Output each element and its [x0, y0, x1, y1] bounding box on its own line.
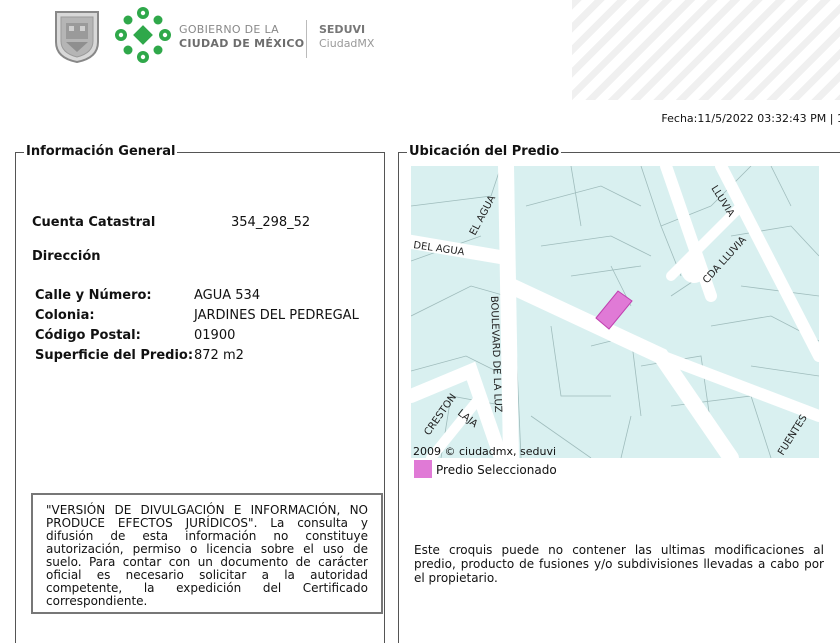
location-map[interactable]: DEL AGUA EL AGUA LLUVIA CDA LLUVIA BOULE…	[411, 166, 819, 458]
gov-line2: CIUDAD DE MÉXICO	[179, 37, 305, 50]
colonia-value: JARDINES DEL PEDREGAL	[194, 308, 359, 323]
map-drawing: DEL AGUA EL AGUA LLUVIA CDA LLUVIA BOULE…	[411, 166, 819, 458]
calle-value: AGUA 534	[194, 288, 261, 303]
agency-title: SEDUVI	[319, 23, 366, 36]
cdmx-logo-icon	[115, 7, 171, 63]
header-pattern	[572, 0, 840, 100]
agency-subtitle: CiudadMX	[319, 37, 375, 50]
colonia-label: Colonia:	[35, 308, 95, 323]
map-credit: 2009 © ciudadmx, seduvi	[413, 445, 557, 458]
government-name: GOBIERNO DE LA CIUDAD DE MÉXICO	[179, 23, 304, 51]
selected-parcel-swatch	[414, 460, 432, 478]
codigo-postal-value: 01900	[194, 328, 236, 343]
coat-of-arms-icon	[55, 11, 99, 64]
selected-parcel-label: Predio Seleccionado	[436, 463, 557, 477]
general-info-title: Información General	[24, 144, 178, 159]
agency-name: SEDUVI CiudadMX	[319, 23, 374, 51]
superficie-value: 872 m2	[194, 348, 244, 363]
location-panel: Ubicación del Predio DEL AGUA EL AGUA LL…	[398, 144, 840, 643]
gov-line1: GOBIERNO DE LA	[179, 23, 279, 36]
superficie-label: Superficie del Predio:	[35, 348, 194, 363]
legal-disclaimer: "VERSIÓN DE DIVULGACIÓN E INFORMACIÓN, N…	[31, 493, 383, 614]
date-stamp: Fecha:11/5/2022 03:32:43 PM | 1	[661, 112, 840, 125]
cuenta-catastral-label: Cuenta Catastral	[32, 215, 156, 230]
map-disclaimer: Este croquis puede no contener las ultim…	[414, 543, 824, 585]
calle-label: Calle y Número:	[35, 288, 152, 303]
general-info-panel: Información General Cuenta Catastral 354…	[15, 144, 385, 643]
location-title: Ubicación del Predio	[407, 144, 562, 159]
codigo-postal-label: Código Postal:	[35, 328, 141, 343]
cuenta-catastral-value: 354_298_52	[231, 215, 311, 230]
header-divider	[306, 20, 307, 58]
direccion-label: Dirección	[32, 249, 101, 264]
page-header: GOBIERNO DE LA CIUDAD DE MÉXICO SEDUVI C…	[0, 0, 840, 105]
